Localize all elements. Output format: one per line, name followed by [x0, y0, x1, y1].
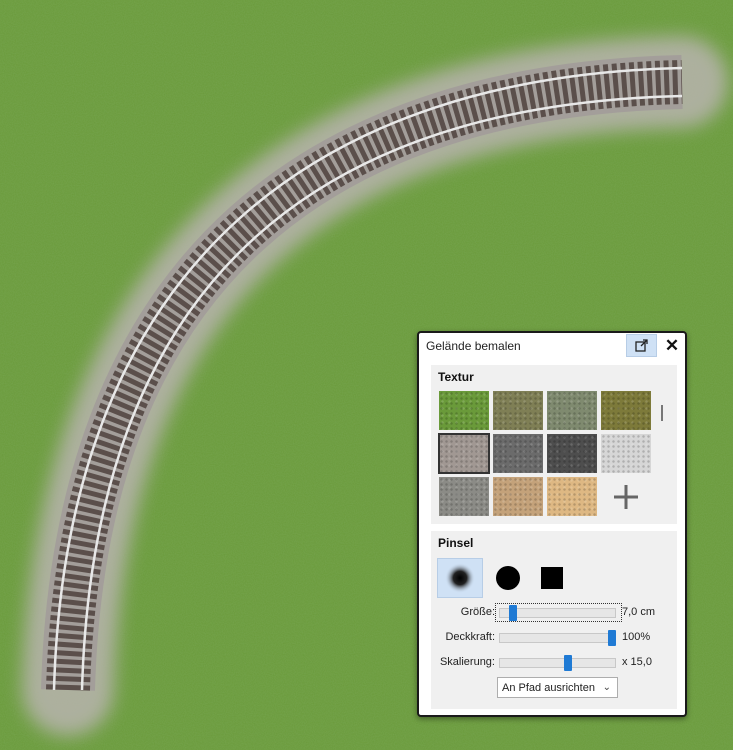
panel-title: Gelände bemalen	[426, 339, 521, 353]
texture-swatch-rough-grass[interactable]	[493, 391, 543, 430]
opacity-slider-thumb[interactable]	[608, 630, 616, 646]
texture-heading: Textur	[438, 370, 474, 384]
texture-swatch-grass[interactable]	[439, 391, 489, 430]
size-slider-thumb[interactable]	[508, 605, 517, 621]
texture-swatch-wood[interactable]	[547, 477, 597, 516]
texture-swatch-light-stone[interactable]	[601, 434, 651, 473]
texture-swatch-gravel[interactable]	[438, 433, 490, 474]
circle-brush-button[interactable]	[485, 558, 531, 598]
scale-label: Skalierung:	[439, 656, 495, 668]
texture-section: Textur	[431, 365, 677, 524]
size-label: Größe:	[460, 606, 495, 618]
texture-swatch-moss-rock[interactable]	[547, 391, 597, 430]
size-value: 7,0 cm	[622, 606, 656, 618]
opacity-value: 100%	[622, 631, 651, 643]
scale-value: x 15,0	[622, 656, 652, 668]
soft-brush-button[interactable]	[437, 558, 483, 598]
square-brush-button[interactable]	[529, 558, 575, 598]
soft-brush-icon	[445, 563, 475, 593]
popout-button[interactable]	[626, 334, 657, 357]
plus-icon	[614, 484, 638, 509]
texture-swatch-concrete[interactable]	[439, 477, 489, 516]
brush-section: Pinsel Größe: 7,0 cm Deckkraft: 100% Ska…	[431, 531, 677, 709]
texture-swatch-dark-stone[interactable]	[547, 434, 597, 473]
opacity-label: Deckkraft:	[445, 631, 495, 643]
popout-icon	[635, 339, 648, 352]
scale-slider[interactable]	[499, 658, 616, 668]
close-button[interactable]: ✕	[661, 334, 683, 357]
align-select-value: An Pfad ausrichten	[502, 681, 595, 694]
brush-heading: Pinsel	[438, 536, 474, 550]
align-to-path-select[interactable]: An Pfad ausrichten ⌄	[497, 677, 618, 698]
opacity-slider[interactable]	[499, 633, 616, 643]
texture-swatch-cobblestone[interactable]	[493, 434, 543, 473]
circle-brush-icon	[496, 566, 520, 590]
chevron-down-icon: ⌄	[602, 682, 611, 693]
panel-titlebar[interactable]: Gelände bemalen ✕	[419, 333, 685, 359]
texture-scrollbar[interactable]	[661, 405, 663, 421]
add-texture-button[interactable]	[601, 477, 651, 516]
texture-swatch-olive-field[interactable]	[601, 391, 651, 430]
square-brush-icon	[541, 567, 563, 589]
texture-swatch-sand[interactable]	[493, 477, 543, 516]
scale-slider-thumb[interactable]	[564, 655, 573, 671]
paint-terrain-panel: Gelände bemalen ✕ Textur Pinsel Größe: 7…	[417, 331, 687, 717]
close-icon: ✕	[664, 335, 680, 355]
